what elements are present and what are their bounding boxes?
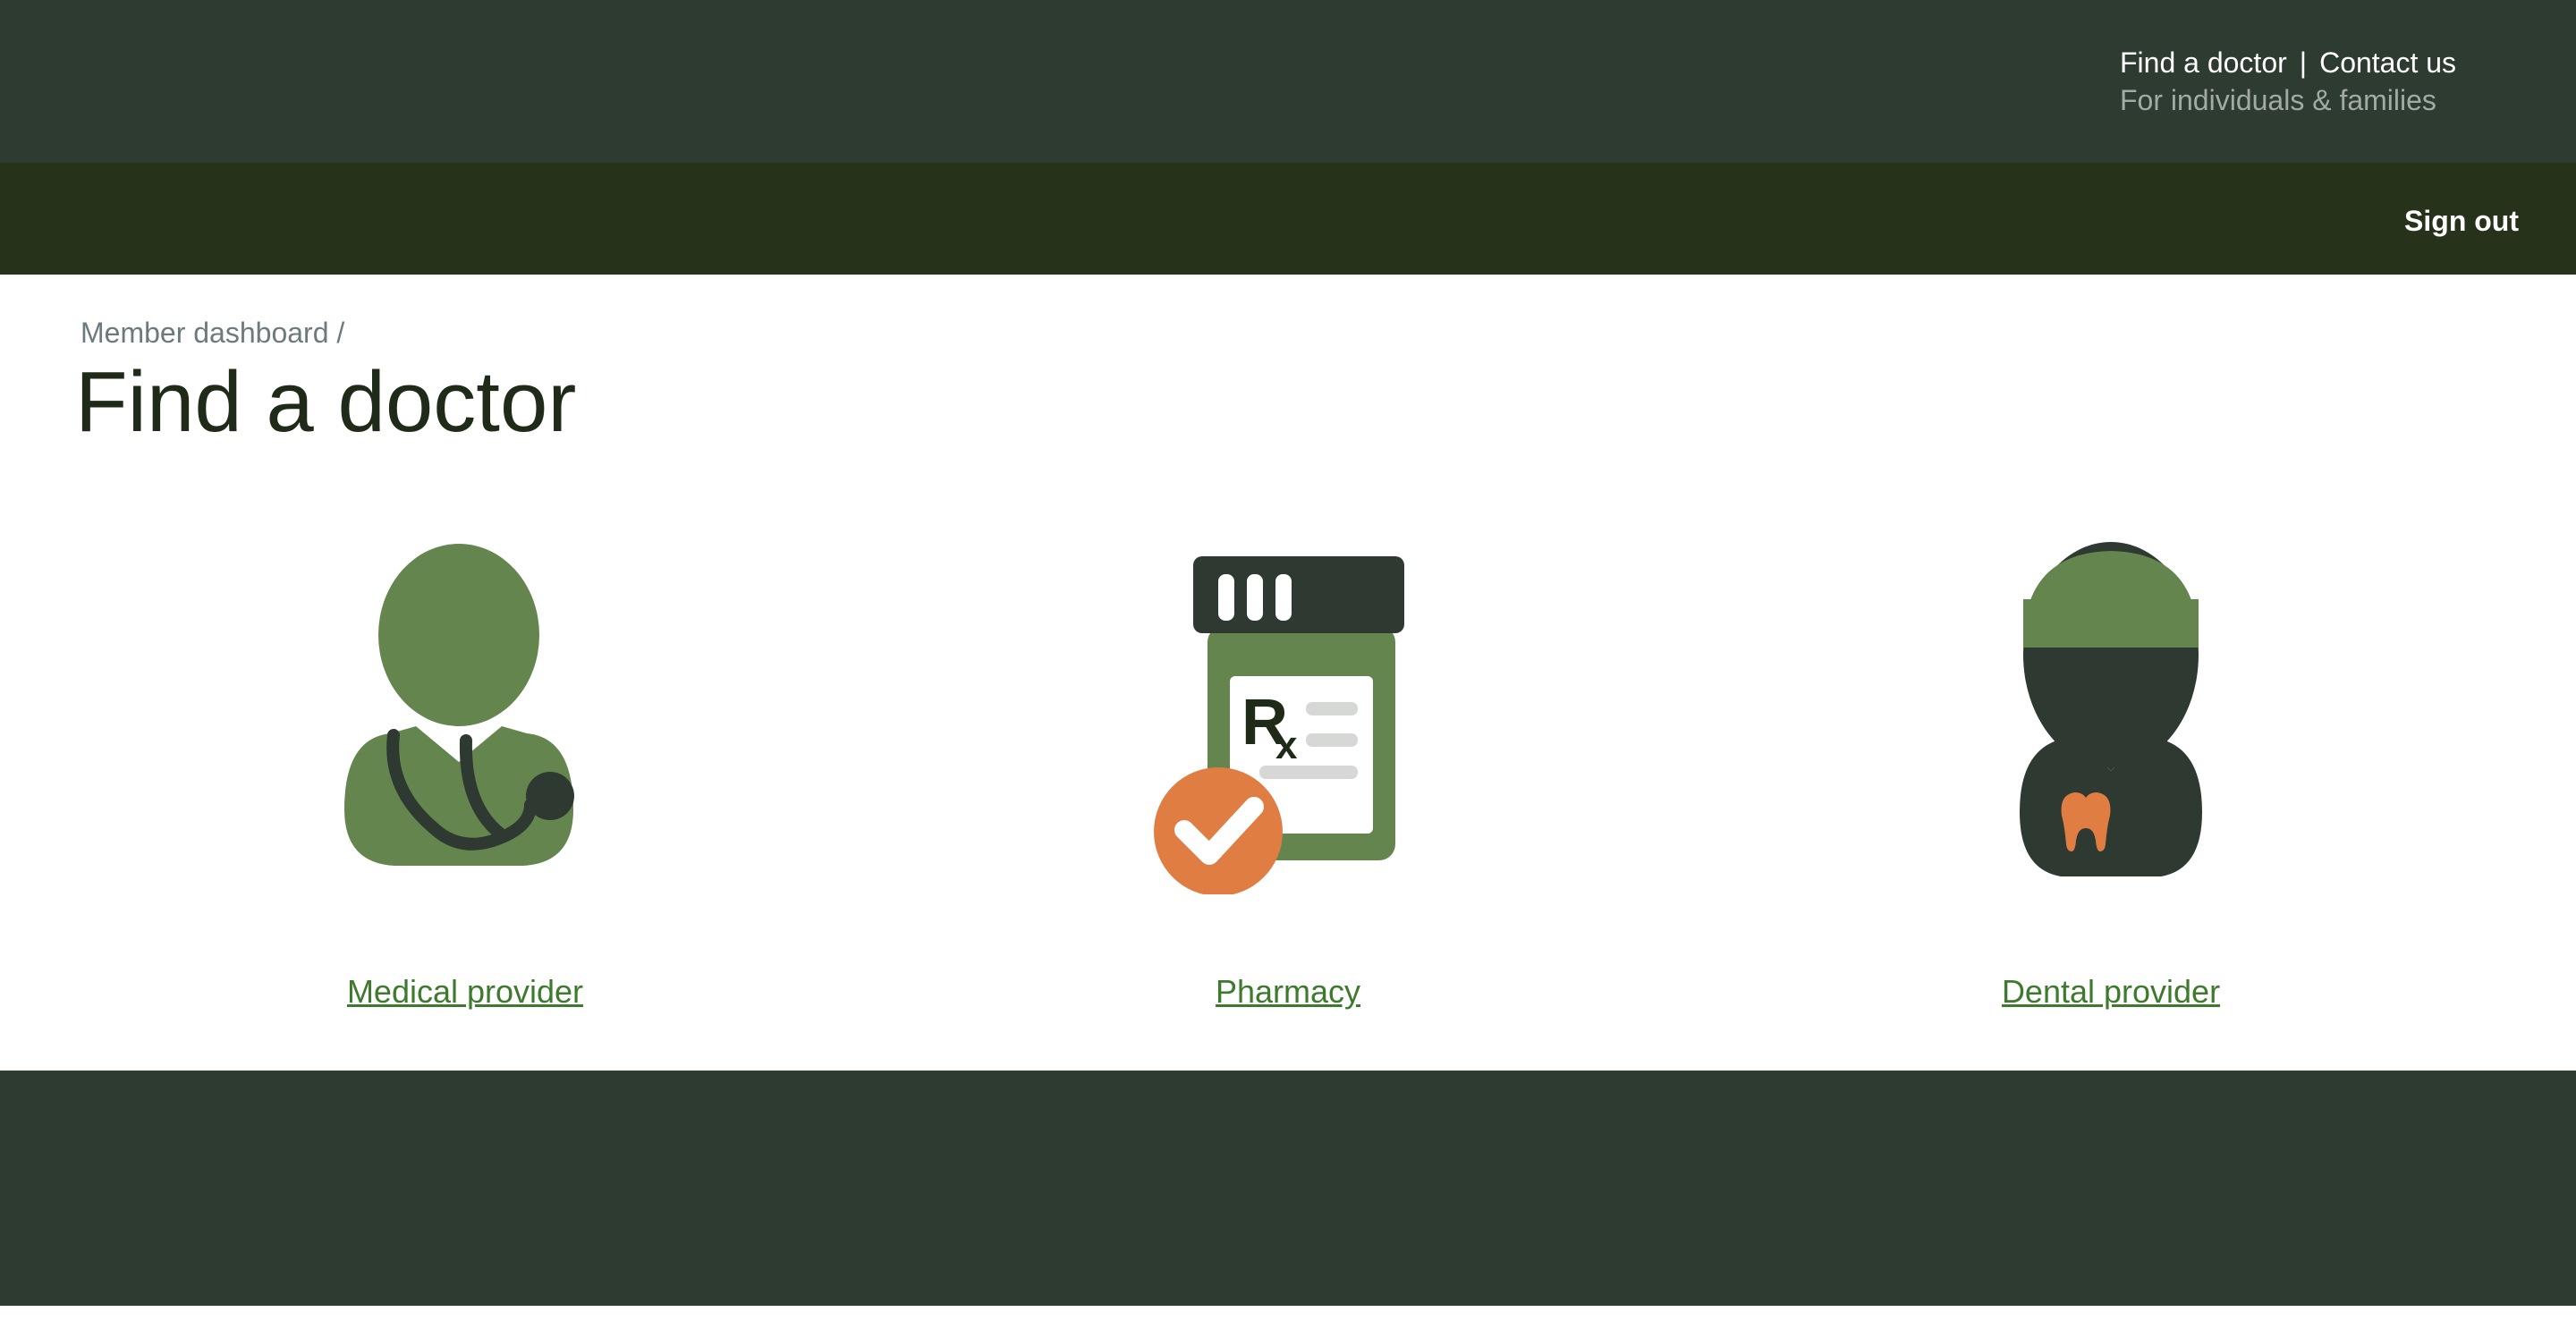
main-nav-bar	[0, 163, 2576, 275]
pharmacy-card[interactable]: R x Pharmacy	[1055, 537, 1521, 1037]
sign-out-button[interactable]: Sign out	[2404, 201, 2519, 241]
medical-provider-link[interactable]: Medical provider	[233, 970, 698, 1013]
dental-provider-card[interactable]: Dental provider	[1878, 537, 2343, 1037]
breadcrumb: Member dashboard /	[80, 313, 344, 352]
prescription-bottle-icon: R x	[1154, 556, 1404, 894]
breadcrumb-member-dashboard[interactable]: Member dashboard	[80, 317, 328, 349]
audience-label: For individuals & families	[2120, 84, 2436, 116]
page-title: Find a doctor	[75, 354, 577, 450]
svg-text:x: x	[1275, 724, 1298, 767]
find-a-doctor-link[interactable]: Find a doctor	[2120, 47, 2287, 79]
footer	[0, 1071, 2576, 1306]
dentist-icon	[2020, 542, 2202, 876]
medical-provider-card[interactable]: Medical provider	[233, 537, 698, 1037]
doctor-stethoscope-icon	[344, 544, 574, 866]
pharmacy-link[interactable]: Pharmacy	[1055, 970, 1521, 1013]
utility-separator: |	[2299, 47, 2308, 79]
contact-us-link[interactable]: Contact us	[2319, 47, 2456, 79]
utility-nav: Find a doctor | Contact us	[2120, 43, 2456, 82]
breadcrumb-separator: /	[336, 317, 345, 349]
dental-provider-link[interactable]: Dental provider	[1878, 970, 2343, 1013]
